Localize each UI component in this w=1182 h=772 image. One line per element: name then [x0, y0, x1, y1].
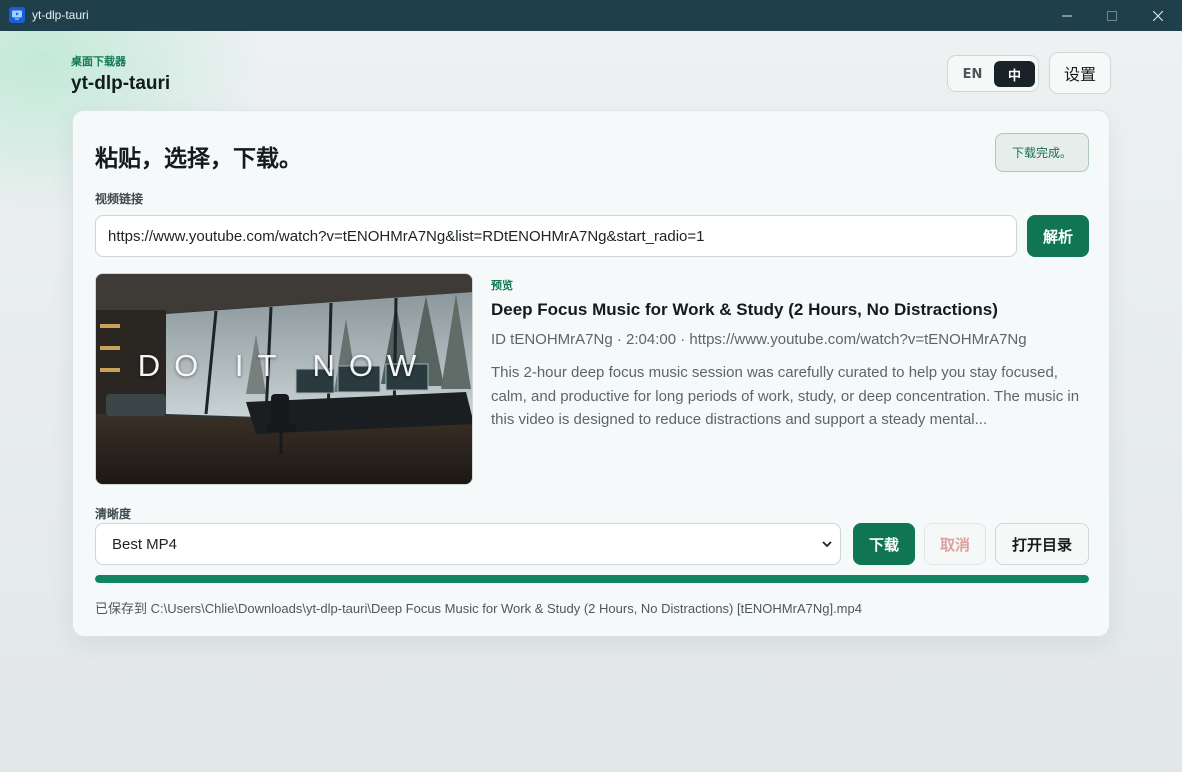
download-button[interactable]: 下载	[853, 523, 915, 565]
language-toggle: EN 中	[947, 55, 1039, 92]
video-title: Deep Focus Music for Work & Study (2 Hou…	[491, 300, 998, 319]
thumbnail-overlay-text: DO IT NOW	[137, 348, 431, 383]
video-thumbnail: DO IT NOW	[95, 273, 473, 485]
lang-en-button[interactable]: EN	[952, 61, 993, 87]
quality-label: 清晰度	[95, 507, 132, 521]
app-eyebrow: 桌面下载器	[71, 55, 126, 68]
video-meta: ID tENOHMrA7Ng · 2:04:00 · https://www.y…	[491, 331, 1027, 348]
app-window: 桌面下载器 yt-dlp-tauri EN 中 设置 粘贴，选择，下载。 下载完…	[0, 31, 1182, 772]
cancel-button[interactable]: 取消	[924, 523, 986, 565]
minimize-icon[interactable]	[1044, 0, 1090, 31]
video-description: This 2-hour deep focus music session was…	[491, 364, 1080, 428]
window-title: yt-dlp-tauri	[32, 8, 89, 22]
quality-select-value: Best MP4	[112, 535, 178, 553]
download-progress-fill	[95, 575, 1089, 583]
maximize-icon[interactable]	[1089, 0, 1135, 31]
window-titlebar: yt-dlp-tauri	[0, 0, 1182, 31]
lang-zh-button[interactable]: 中	[994, 61, 1035, 87]
chevron-down-icon	[822, 541, 832, 548]
url-label: 视频链接	[95, 192, 144, 206]
app-heading: yt-dlp-tauri	[71, 73, 171, 94]
open-folder-button[interactable]: 打开目录	[995, 523, 1089, 565]
quality-select[interactable]: Best MP4	[95, 523, 841, 565]
parse-button[interactable]: 解析	[1027, 215, 1089, 257]
main-card: 粘贴，选择，下载。 下载完成。 视频链接 解析	[72, 110, 1110, 637]
status-badge: 下载完成。	[995, 133, 1089, 172]
card-title: 粘贴，选择，下载。	[95, 146, 302, 172]
app-logo-icon	[9, 7, 25, 23]
close-icon[interactable]	[1135, 0, 1181, 31]
settings-button[interactable]: 设置	[1049, 52, 1111, 94]
download-progress-bar	[95, 575, 1089, 583]
url-input[interactable]	[95, 215, 1017, 257]
preview-label: 预览	[491, 279, 513, 292]
saved-path-text: 已保存到 C:\Users\Chlie\Downloads\yt-dlp-tau…	[95, 601, 862, 616]
